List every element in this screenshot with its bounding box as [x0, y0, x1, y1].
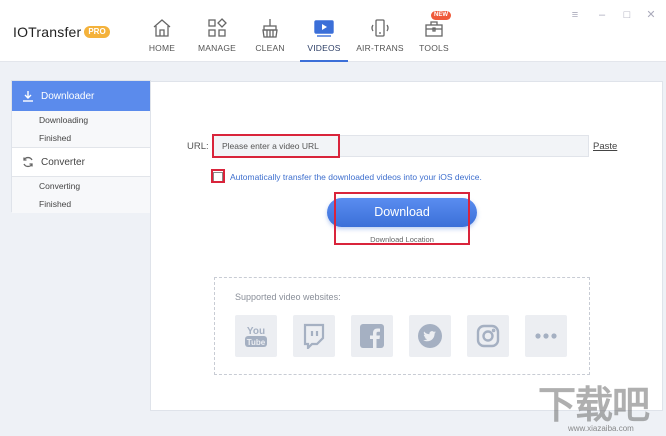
nav-air-trans[interactable]: AIR-TRANS — [356, 0, 404, 62]
download-location-link[interactable]: Download Location — [327, 235, 477, 244]
minimize-icon[interactable]: – — [596, 9, 608, 21]
menu-icon[interactable]: ≡ — [569, 9, 581, 21]
sidebar-item-converting[interactable]: Converting — [12, 177, 150, 195]
site-tile-facebook[interactable] — [351, 315, 393, 357]
sidebar-item-converter[interactable]: Converter — [12, 147, 150, 177]
toolbox-icon — [425, 21, 443, 37]
nav-label: AIR-TRANS — [356, 43, 404, 53]
twitch-icon — [303, 323, 325, 349]
broom-icon — [262, 19, 278, 38]
site-tile-youtube[interactable]: You Tube — [235, 315, 277, 357]
paste-link[interactable]: Paste — [593, 141, 617, 152]
new-badge: NEW — [431, 11, 451, 20]
svg-text:You: You — [247, 326, 265, 337]
more-icon — [535, 333, 557, 339]
sidebar-item-downloader[interactable]: Downloader — [12, 81, 150, 111]
site-tile-twitch[interactable] — [293, 315, 335, 357]
nav-label: MANAGE — [197, 43, 237, 53]
auto-transfer-row: Automatically transfer the downloaded vi… — [211, 169, 482, 184]
url-label: URL: — [187, 141, 209, 152]
nav-tools[interactable]: NEW TOOLS — [412, 0, 456, 62]
youtube-icon: You Tube — [245, 326, 267, 347]
nav-clean[interactable]: CLEAN — [248, 0, 292, 62]
url-field — [213, 135, 589, 157]
sidebar-item-downloading[interactable]: Downloading — [12, 111, 150, 129]
grid-icon — [208, 18, 227, 37]
download-icon — [23, 91, 33, 102]
sites-title: Supported video websites: — [235, 292, 341, 302]
nav-label: CLEAN — [255, 43, 285, 53]
instagram-icon — [476, 324, 500, 348]
workspace: Downloader Downloading Finished Converte… — [0, 62, 666, 436]
nav-videos[interactable]: VIDEOS — [300, 0, 348, 62]
sidebar-item-label: Converter — [41, 156, 85, 168]
phone-wifi-icon — [371, 19, 389, 37]
sidebar-item-download-finished[interactable]: Finished — [12, 129, 150, 147]
checkbox-highlight-box — [211, 169, 225, 183]
url-input[interactable] — [214, 136, 588, 156]
sidebar-item-convert-finished[interactable]: Finished — [12, 195, 150, 213]
auto-transfer-label[interactable]: Automatically transfer the downloaded vi… — [230, 172, 482, 182]
video-icon — [314, 20, 334, 37]
title-bar: IOTransfer 4 PRO HOME MANAGE CLEAN VIDEO… — [0, 0, 666, 62]
sidebar-item-label: Downloader — [41, 90, 95, 102]
nav-label: TOOLS — [419, 43, 449, 53]
supported-sites-box: Supported video websites: You Tube — [214, 277, 590, 375]
nav-label: VIDEOS — [307, 43, 341, 53]
site-tile-twitter[interactable] — [409, 315, 451, 357]
site-tile-more[interactable] — [525, 315, 567, 357]
site-tile-instagram[interactable] — [467, 315, 509, 357]
downloader-panel: URL: Paste Automatically transfer the do… — [150, 81, 663, 411]
facebook-icon — [360, 324, 384, 348]
pro-badge: PRO — [84, 26, 110, 38]
twitter-icon — [418, 324, 442, 348]
nav-label: HOME — [148, 43, 176, 53]
app-name: IOTransfer 4 — [13, 24, 94, 40]
sidebar: Downloader Downloading Finished Converte… — [11, 80, 151, 213]
maximize-icon[interactable]: □ — [621, 9, 633, 21]
nav-home[interactable]: HOME — [138, 0, 186, 62]
nav-manage[interactable]: MANAGE — [193, 0, 241, 62]
svg-text:Tube: Tube — [247, 338, 266, 347]
download-button[interactable]: Download — [327, 198, 477, 227]
close-icon[interactable]: ✕ — [645, 9, 657, 21]
home-icon — [153, 19, 171, 37]
refresh-icon — [23, 156, 33, 168]
